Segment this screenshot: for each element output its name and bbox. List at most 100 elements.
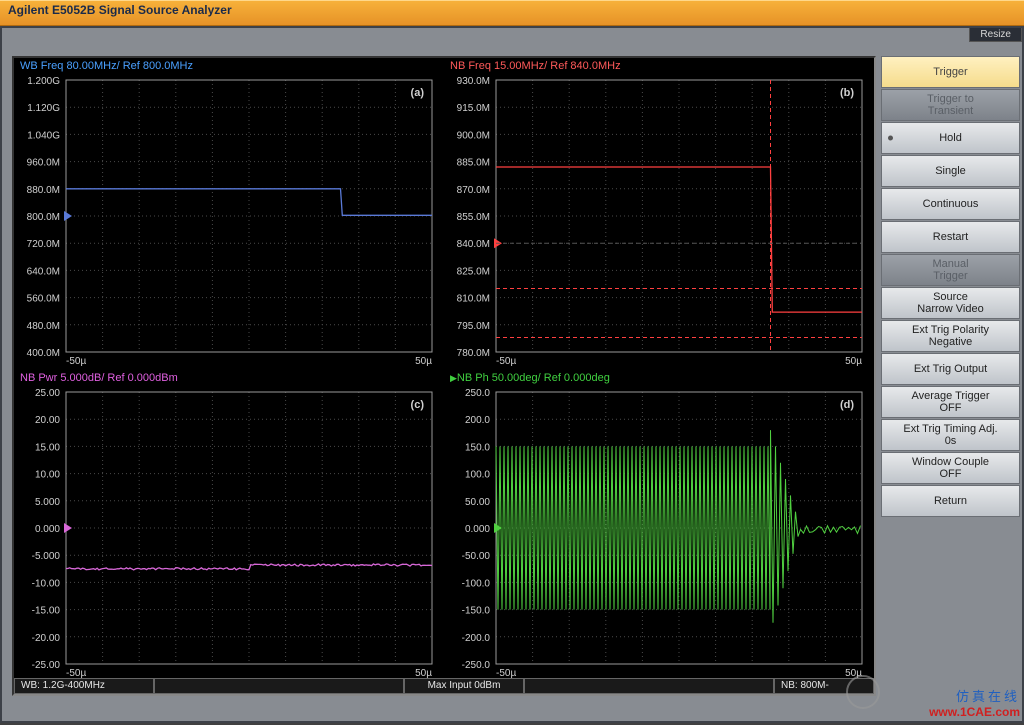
svg-text:-150.0: -150.0 (462, 606, 491, 617)
side-panel: Trigger Trigger toTransient Hold Single Cont… (881, 56, 1020, 518)
svg-text:15.00: 15.00 (35, 442, 60, 453)
side-btn-ext-trig-output[interactable]: Ext Trig Output (881, 353, 1020, 385)
svg-text:480.0M: 480.0M (27, 321, 60, 332)
side-btn-window-couple-off[interactable]: Window CoupleOFF (881, 452, 1020, 484)
chart-d: ▶NB Ph 50.00deg/ Ref 0.000deg 250.0 200.0 1… (444, 370, 872, 680)
svg-text:-250.0: -250.0 (462, 660, 491, 671)
btn-label: Trigger toTransient (927, 93, 974, 117)
svg-text:800.0M: 800.0M (27, 212, 60, 223)
svg-text:50µ: 50µ (845, 668, 862, 679)
svg-text:915.0M: 915.0M (457, 103, 490, 114)
svg-text:50.00: 50.00 (465, 497, 490, 508)
svg-text:400.0M: 400.0M (27, 348, 60, 359)
svg-text:-50µ: -50µ (496, 356, 516, 367)
main-frame: Resize WB: 1.2G-400MHz Max Input 0dBm NB… (0, 26, 1024, 723)
status-max-input: Max Input 0dBm (404, 678, 524, 694)
side-btn-trigger[interactable]: Trigger (881, 56, 1020, 88)
chart-svg: 1.200G 1.120G 1.040G 960.0M 880.0M 800.0M 720.… (14, 74, 442, 368)
status-spacer-1 (154, 678, 404, 694)
btn-label: Ext Trig Output (914, 363, 987, 375)
status-bar: WB: 1.2G-400MHz Max Input 0dBm NB: 800M- (14, 678, 874, 694)
btn-label: Trigger (933, 66, 967, 78)
svg-text:(b): (b) (840, 87, 854, 99)
svg-text:10.00: 10.00 (35, 470, 60, 481)
svg-text:0.000: 0.000 (465, 524, 490, 535)
svg-text:960.0M: 960.0M (27, 158, 60, 169)
side-btn-trigger-to-transient: Trigger toTransient (881, 89, 1020, 121)
svg-text:880.0M: 880.0M (27, 185, 60, 196)
svg-text:720.0M: 720.0M (27, 239, 60, 250)
window-title: Agilent E5052B Signal Source Analyzer (8, 3, 232, 17)
svg-text:810.0M: 810.0M (457, 294, 490, 305)
chart-b: NB Freq 15.00MHz/ Ref 840.0MHz930.0M915.… (444, 58, 872, 368)
watermark: 仿真在线 www.1CAE.com (929, 686, 1020, 719)
svg-text:250.0: 250.0 (465, 388, 490, 399)
btn-label: Restart (933, 231, 968, 243)
svg-text:780.0M: 780.0M (457, 348, 490, 359)
svg-text:200.0: 200.0 (465, 415, 490, 426)
chart-svg: 930.0M915.0M900.0M885.0M870.0M855.0M840.… (444, 74, 872, 368)
svg-text:840.0M: 840.0M (457, 239, 490, 250)
svg-text:(d): (d) (840, 399, 854, 411)
svg-text:-10.00: -10.00 (32, 578, 61, 589)
svg-text:100.0: 100.0 (465, 470, 490, 481)
chart-title: WB Freq 80.00MHz/ Ref 800.0MHz (20, 60, 193, 72)
btn-label: Ext Trig PolarityNegative (912, 324, 989, 348)
btn-label: Window CoupleOFF (912, 456, 989, 480)
svg-text:25.00: 25.00 (35, 388, 60, 399)
svg-text:1.040G: 1.040G (27, 130, 60, 141)
svg-text:900.0M: 900.0M (457, 130, 490, 141)
chart-a: WB Freq 80.00MHz/ Ref 800.0MHz 1.200G 1.12… (14, 58, 442, 368)
chart-svg: 250.0200.0150.0100.050.000.000-50.00-100… (444, 386, 872, 680)
side-btn-single[interactable]: Single (881, 155, 1020, 187)
svg-text:(a): (a) (411, 87, 425, 99)
svg-text:640.0M: 640.0M (27, 266, 60, 277)
chart-svg: 25.0020.0015.0010.005.0000.000-5.000-10.… (14, 386, 442, 680)
side-btn-average-trigger-off[interactable]: Average TriggerOFF (881, 386, 1020, 418)
side-btn-source-narrow-video[interactable]: SourceNarrow Video (881, 287, 1020, 319)
svg-text:1.200G: 1.200G (27, 76, 60, 87)
svg-text:795.0M: 795.0M (457, 321, 490, 332)
side-btn-restart[interactable]: Restart (881, 221, 1020, 253)
active-dot-icon (888, 136, 893, 141)
resize-button[interactable]: Resize (969, 28, 1022, 42)
side-btn-hold[interactable]: Hold (881, 122, 1020, 154)
side-btn-continuous[interactable]: Continuous (881, 188, 1020, 220)
svg-text:-50µ: -50µ (66, 356, 86, 367)
svg-text:50µ: 50µ (415, 356, 432, 367)
window-title-bar: Agilent E5052B Signal Source Analyzer (0, 0, 1024, 26)
chart-title: NB Freq 15.00MHz/ Ref 840.0MHz (450, 60, 621, 72)
status-spacer-2 (524, 678, 774, 694)
chart-c: NB Pwr 5.000dB/ Ref 0.000dBm25.0020.0015… (14, 370, 442, 680)
btn-label: Ext Trig Timing Adj.0s (903, 423, 997, 447)
side-btn-ext-trig-polarity-negative[interactable]: Ext Trig PolarityNegative (881, 320, 1020, 352)
btn-label: SourceNarrow Video (917, 291, 983, 315)
svg-text:(c): (c) (411, 399, 425, 411)
svg-text:20.00: 20.00 (35, 415, 60, 426)
svg-text:855.0M: 855.0M (457, 212, 490, 223)
svg-text:50µ: 50µ (845, 356, 862, 367)
watermark-cn: 仿真在线 (929, 686, 1020, 705)
svg-text:-15.00: -15.00 (32, 606, 61, 617)
svg-text:0.000: 0.000 (35, 524, 60, 535)
svg-text:870.0M: 870.0M (457, 185, 490, 196)
status-nb: NB: 800M- (774, 678, 874, 694)
side-btn-manual-trigger: ManualTrigger (881, 254, 1020, 286)
btn-label: Average TriggerOFF (911, 390, 989, 414)
btn-label: Hold (939, 132, 962, 144)
btn-label: Return (934, 495, 967, 507)
plot-area: WB: 1.2G-400MHz Max Input 0dBm NB: 800M-… (12, 56, 876, 696)
btn-label: Single (935, 165, 966, 177)
svg-text:560.0M: 560.0M (27, 294, 60, 305)
svg-text:-50µ: -50µ (496, 668, 516, 679)
svg-text:825.0M: 825.0M (457, 266, 490, 277)
svg-text:-50.00: -50.00 (462, 551, 491, 562)
svg-text:1.120G: 1.120G (27, 103, 60, 114)
svg-text:-200.0: -200.0 (462, 633, 491, 644)
chart-title: ▶NB Ph 50.00deg/ Ref 0.000deg (450, 372, 610, 384)
svg-text:50µ: 50µ (415, 668, 432, 679)
side-btn-ext-trig-timing-adj-0s[interactable]: Ext Trig Timing Adj.0s (881, 419, 1020, 451)
side-btn-return[interactable]: Return (881, 485, 1020, 517)
watermark-url: www.1CAE.com (929, 705, 1020, 719)
svg-text:150.0: 150.0 (465, 442, 490, 453)
